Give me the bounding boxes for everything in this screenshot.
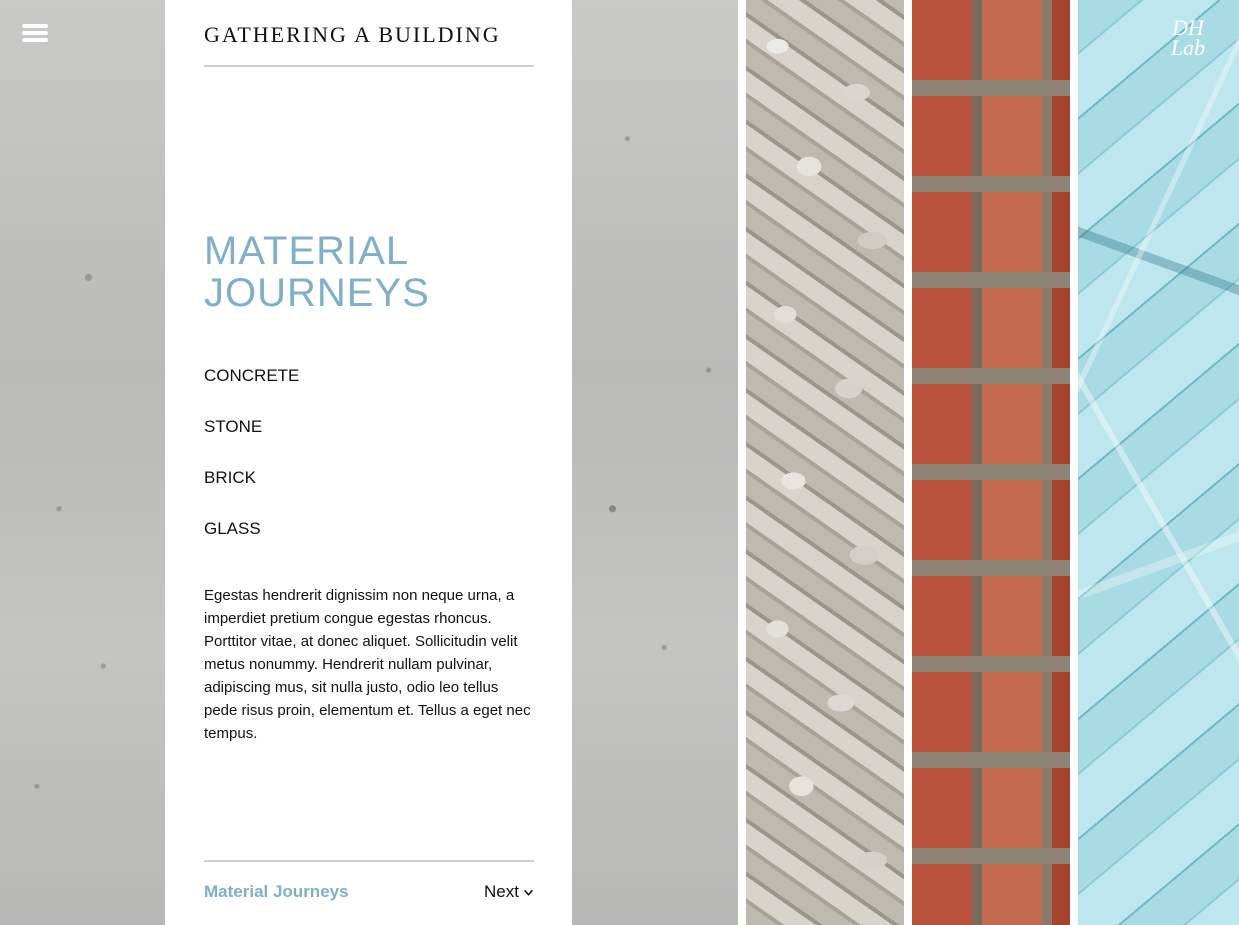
nav-item-stone[interactable]: STONE (204, 417, 534, 468)
current-section-link[interactable]: Material Journeys (204, 882, 349, 902)
next-label: Next (484, 882, 519, 901)
material-nav: CONCRETE STONE BRICK GLASS (204, 366, 534, 570)
divider (738, 0, 746, 925)
section-title: MATERIAL JOURNEYS (204, 229, 430, 315)
nav-item-concrete[interactable]: CONCRETE (204, 366, 534, 417)
hamburger-menu-icon[interactable] (22, 24, 48, 44)
dh-lab-logo[interactable]: DH Lab (1158, 15, 1218, 66)
intro-paragraph: Egestas hendrerit dignissim non neque ur… (204, 587, 531, 742)
brick-texture-strip (912, 0, 1070, 925)
nav-item-glass[interactable]: GLASS (204, 519, 534, 570)
stone-texture-strip (746, 0, 904, 925)
site-title[interactable]: GATHERING A BUILDING (204, 22, 534, 48)
logo-text: DH Lab (1170, 15, 1206, 60)
chevron-down-icon (524, 889, 533, 896)
content-panel: GATHERING A BUILDING MATERIAL JOURNEYS CO… (165, 0, 572, 925)
nav-item-brick[interactable]: BRICK (204, 468, 534, 519)
footer-divider (204, 860, 534, 862)
divider (1070, 0, 1078, 925)
header-divider (204, 65, 534, 67)
next-button[interactable]: Next (484, 882, 534, 902)
divider (904, 0, 912, 925)
glass-texture-strip (1078, 0, 1239, 925)
